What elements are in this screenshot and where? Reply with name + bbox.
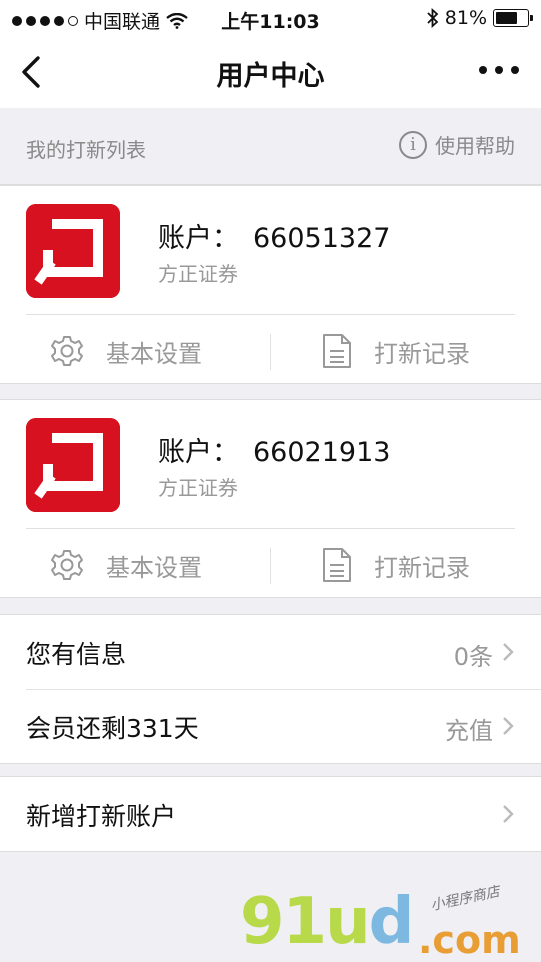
account-card: 账户： 66021913 方正证券 基本设置 打新记录 — [0, 399, 541, 598]
recharge-link: 充值 — [445, 717, 493, 745]
founder-securities-logo — [26, 204, 120, 298]
status-right: 81% — [427, 7, 533, 29]
watermark-logo: 91ud — [240, 885, 415, 959]
divider — [26, 528, 515, 529]
info-icon: i — [399, 130, 427, 159]
membership-row[interactable]: 会员还剩331天 充值 — [0, 689, 541, 763]
basic-settings-button[interactable]: 基本设置 — [50, 540, 202, 590]
nav-bar: 用户中心 — [0, 36, 541, 108]
section-header: 我的打新列表 i 使用帮助 — [0, 108, 541, 185]
watermark-text-b: d — [368, 885, 415, 959]
ipo-records-label: 打新记录 — [374, 339, 470, 368]
vertical-divider — [270, 334, 271, 370]
status-bar: 中国联通 上午11:03 81% — [0, 0, 541, 36]
document-icon — [323, 548, 351, 582]
document-icon — [323, 334, 351, 368]
help-link[interactable]: i 使用帮助 — [399, 130, 515, 159]
ipo-records-label: 打新记录 — [374, 553, 470, 582]
account-label: 账户： — [158, 223, 239, 254]
ipo-records-button[interactable]: 打新记录 — [322, 540, 470, 590]
battery-icon — [493, 9, 533, 27]
messages-count: 0条 — [453, 643, 493, 671]
membership-label: 会员还剩331天 — [26, 714, 199, 743]
add-account-row[interactable]: 新增打新账户 — [0, 777, 541, 851]
help-label: 使用帮助 — [435, 134, 515, 158]
battery-percent: 81% — [444, 7, 487, 29]
account-number: 账户： 66021913 — [158, 430, 390, 469]
account-number: 账户： 66051327 — [158, 216, 390, 255]
divider — [26, 314, 515, 315]
chevron-right-icon — [503, 717, 514, 735]
basic-settings-label: 基本设置 — [106, 339, 202, 368]
chevron-right-icon — [503, 643, 514, 661]
broker-name: 方正证券 — [158, 262, 238, 286]
add-account-label: 新增打新账户 — [26, 802, 177, 831]
account-card: 账户： 66051327 方正证券 基本设置 打新记录 — [0, 185, 541, 384]
add-account-list: 新增打新账户 — [0, 776, 541, 852]
page-title: 用户中心 — [216, 61, 325, 92]
broker-name: 方正证券 — [158, 476, 238, 500]
basic-settings-label: 基本设置 — [106, 553, 202, 582]
account-label: 账户： — [158, 437, 239, 468]
vertical-divider — [270, 548, 271, 584]
gear-icon — [51, 550, 83, 580]
account-number-value: 66021913 — [253, 437, 391, 468]
messages-row[interactable]: 您有信息 0条 — [0, 615, 541, 689]
watermark-com: .com — [418, 918, 521, 962]
gear-icon — [51, 336, 83, 366]
basic-settings-button[interactable]: 基本设置 — [50, 326, 202, 376]
messages-label: 您有信息 — [26, 640, 127, 669]
watermark-small-text: 小程序商店 — [429, 883, 502, 915]
founder-securities-logo — [26, 418, 120, 512]
ipo-records-button[interactable]: 打新记录 — [322, 326, 470, 376]
watermark-text-a: 91u — [240, 885, 371, 959]
more-dots-icon[interactable] — [479, 66, 519, 74]
info-list: 您有信息 0条 会员还剩331天 充值 — [0, 614, 541, 764]
account-number-value: 66051327 — [253, 223, 391, 254]
bluetooth-icon — [427, 8, 439, 28]
section-title: 我的打新列表 — [26, 138, 146, 162]
chevron-right-icon — [503, 805, 514, 823]
